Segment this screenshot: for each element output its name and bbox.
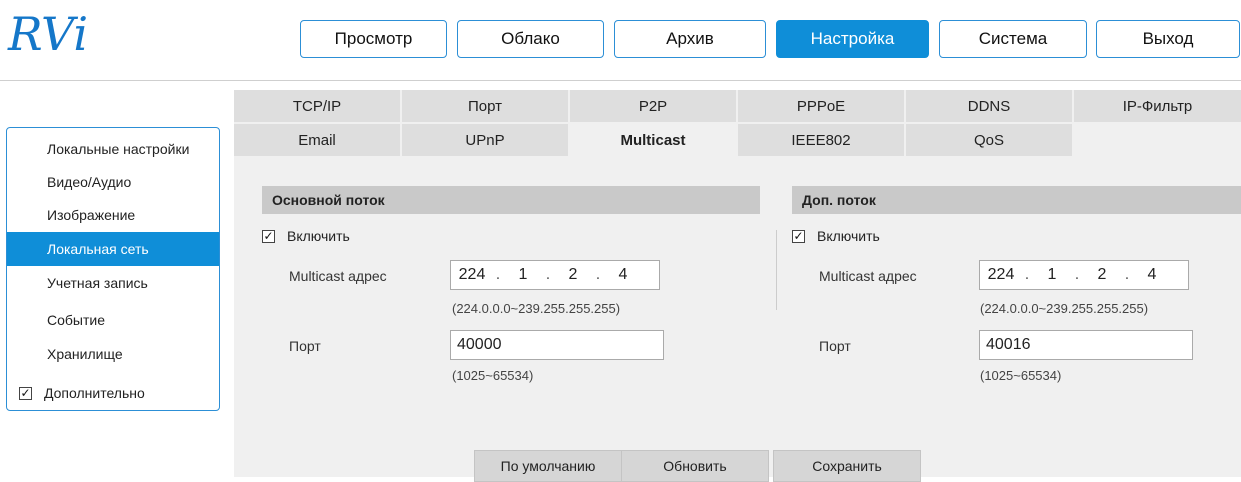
main-stream-header: Основной поток bbox=[262, 186, 760, 214]
main-stream-enable-label: Включить bbox=[287, 228, 350, 244]
tab-p2p[interactable]: P2P bbox=[570, 90, 736, 122]
main-stream-port-label: Порт bbox=[289, 338, 321, 354]
nav-settings-button[interactable]: Настройка bbox=[776, 20, 929, 58]
ip-dot: . bbox=[1074, 266, 1080, 283]
sidebar-item-advanced[interactable]: ✓ Дополнительно bbox=[7, 376, 219, 410]
sub-stream-port-input[interactable]: 40016 bbox=[979, 330, 1193, 360]
sub-stream-enable[interactable]: ✓ Включить bbox=[792, 228, 880, 244]
tab-upnp[interactable]: UPnP bbox=[402, 124, 568, 156]
tab-ddns[interactable]: DDNS bbox=[906, 90, 1072, 122]
ip-octet[interactable]: 2 bbox=[553, 266, 593, 284]
tab-tcpip[interactable]: TCP/IP bbox=[234, 90, 400, 122]
sub-stream-address-hint: (224.0.0.0~239.255.255.255) bbox=[980, 301, 1149, 316]
ip-octet[interactable]: 4 bbox=[1132, 266, 1172, 284]
main-stream-port-hint: (1025~65534) bbox=[452, 368, 534, 383]
tab-ip-filter[interactable]: IP-Фильтр bbox=[1074, 90, 1241, 122]
main-stream-enable-checkbox[interactable]: ✓ bbox=[262, 229, 275, 243]
ip-dot: . bbox=[1024, 266, 1030, 283]
advanced-checkbox[interactable]: ✓ bbox=[19, 386, 32, 400]
sidebar-item-video-audio[interactable]: Видео/Аудио bbox=[7, 165, 219, 199]
ip-octet[interactable]: 4 bbox=[603, 266, 643, 284]
tab-email[interactable]: Email bbox=[234, 124, 400, 156]
sub-stream-enable-label: Включить bbox=[817, 228, 880, 244]
sub-stream-address-label: Multicast адрес bbox=[819, 268, 917, 284]
advanced-label: Дополнительно bbox=[44, 385, 145, 401]
refresh-button[interactable]: Обновить bbox=[621, 450, 769, 482]
sidebar-item-storage[interactable]: Хранилище bbox=[7, 337, 219, 371]
sidebar-item-event[interactable]: Событие bbox=[7, 303, 219, 337]
ip-octet[interactable]: 1 bbox=[1032, 266, 1072, 284]
sidebar-item-account[interactable]: Учетная запись bbox=[7, 266, 219, 300]
ip-dot: . bbox=[595, 266, 601, 283]
nav-archive-button[interactable]: Архив bbox=[614, 20, 766, 58]
ip-dot: . bbox=[545, 266, 551, 283]
settings-sidebar: Локальные настройки Видео/Аудио Изображе… bbox=[6, 127, 220, 411]
tab-pppoe[interactable]: PPPoE bbox=[738, 90, 904, 122]
ip-octet[interactable]: 1 bbox=[503, 266, 543, 284]
nav-system-button[interactable]: Система bbox=[939, 20, 1087, 58]
multicast-settings-panel: TCP/IP Порт P2P PPPoE DDNS IP-Фильтр Ema… bbox=[234, 90, 1241, 482]
rvi-logo: RVi bbox=[7, 10, 88, 60]
main-stream-enable[interactable]: ✓ Включить bbox=[262, 228, 350, 244]
ip-octet[interactable]: 224 bbox=[980, 266, 1022, 284]
save-button[interactable]: Сохранить bbox=[773, 450, 921, 482]
streams-divider bbox=[776, 230, 777, 310]
main-stream-port-input[interactable]: 40000 bbox=[450, 330, 664, 360]
sidebar-item-local-network[interactable]: Локальная сеть bbox=[7, 232, 219, 266]
sidebar-item-local-settings[interactable]: Локальные настройки bbox=[7, 132, 219, 166]
tab-qos[interactable]: QoS bbox=[906, 124, 1072, 156]
nav-exit-button[interactable]: Выход bbox=[1096, 20, 1240, 58]
sub-stream-port-hint: (1025~65534) bbox=[980, 368, 1062, 383]
tab-port[interactable]: Порт bbox=[402, 90, 568, 122]
main-stream-address-hint: (224.0.0.0~239.255.255.255) bbox=[452, 301, 621, 316]
tab-ieee802[interactable]: IEEE802 bbox=[738, 124, 904, 156]
sub-stream-port-label: Порт bbox=[819, 338, 851, 354]
ip-dot: . bbox=[495, 266, 501, 283]
nav-view-button[interactable]: Просмотр bbox=[300, 20, 447, 58]
logo-text: RVi bbox=[7, 10, 88, 60]
ip-dot: . bbox=[1124, 266, 1130, 283]
sub-stream-address-input[interactable]: 224 . 1 . 2 . 4 bbox=[979, 260, 1189, 290]
default-button[interactable]: По умолчанию bbox=[474, 450, 622, 482]
sub-stream-header: Доп. поток bbox=[792, 186, 1241, 214]
main-stream-address-input[interactable]: 224 . 1 . 2 . 4 bbox=[450, 260, 660, 290]
ip-octet[interactable]: 2 bbox=[1082, 266, 1122, 284]
tab-multicast[interactable]: Multicast bbox=[570, 124, 736, 156]
nav-cloud-button[interactable]: Облако bbox=[457, 20, 604, 58]
sub-stream-enable-checkbox[interactable]: ✓ bbox=[792, 229, 805, 243]
sidebar-item-image[interactable]: Изображение bbox=[7, 198, 219, 232]
main-stream-address-label: Multicast адрес bbox=[289, 268, 387, 284]
header-divider bbox=[0, 80, 1241, 81]
ip-octet[interactable]: 224 bbox=[451, 266, 493, 284]
